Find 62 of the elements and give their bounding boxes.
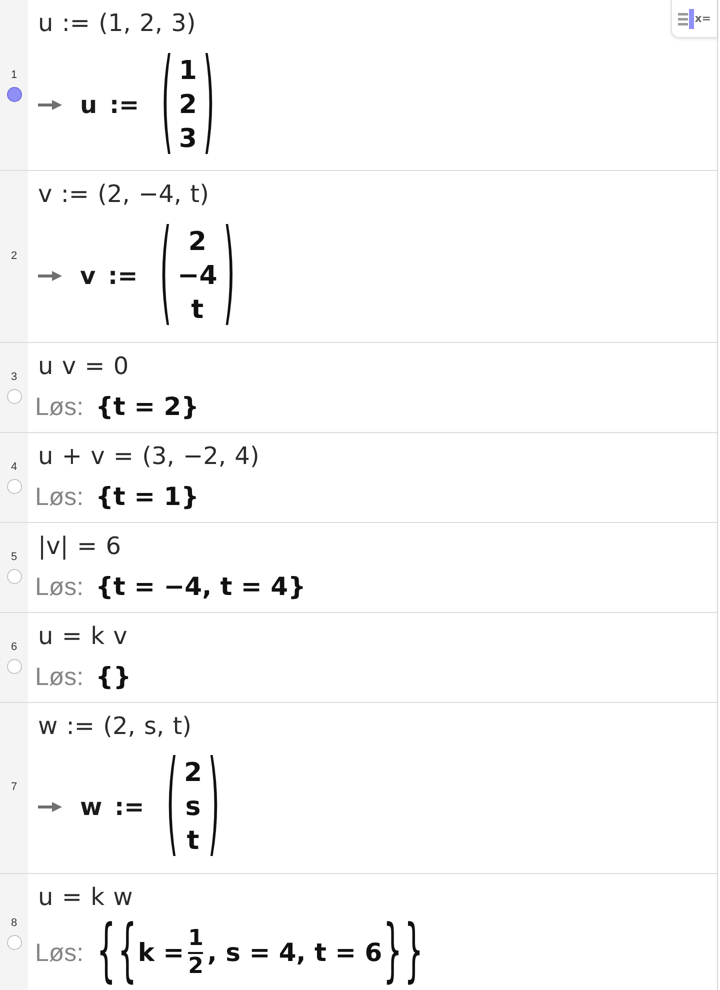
vector-entry: 1 xyxy=(178,54,197,88)
vector-entry: 2 xyxy=(184,757,202,790)
lines-icon xyxy=(678,8,694,28)
arrow-icon xyxy=(38,802,62,812)
row-number: 8 xyxy=(10,917,18,930)
brace-delimiter: } xyxy=(404,918,424,988)
fraction-numerator: 1 xyxy=(188,926,204,952)
visibility-toggle[interactable] xyxy=(6,86,22,102)
input-expression[interactable]: v := (2, −4, t) xyxy=(38,174,209,214)
row-number: 6 xyxy=(10,640,18,654)
parenthesis-delimiter: ( xyxy=(166,750,178,864)
fraction-denominator: 2 xyxy=(188,954,204,980)
parenthesis-delimiter: ( xyxy=(161,48,173,162)
visibility-toggle[interactable] xyxy=(6,568,22,584)
visibility-toggle[interactable] xyxy=(6,658,22,674)
solve-label: Løs: xyxy=(35,662,84,692)
solution-set: {t = 1} xyxy=(96,482,199,512)
vector-entry: −4 xyxy=(177,260,218,294)
input-expression[interactable]: |v| = 6 xyxy=(38,526,122,566)
input-expression[interactable]: u = k w xyxy=(38,877,133,918)
parenthesis-delimiter: ) xyxy=(223,219,236,333)
solve-label: Løs: xyxy=(35,392,84,422)
input-expression[interactable]: u = k v xyxy=(38,616,128,656)
input-expression[interactable]: u + v = (3, −2, 4) xyxy=(38,436,260,476)
parenthesis-delimiter: ( xyxy=(160,219,172,333)
row-number: 2 xyxy=(10,250,18,264)
solve-label: Løs: xyxy=(35,572,84,602)
solution-set: {t = −4, t = 4} xyxy=(96,572,306,602)
brace-delimiter: } xyxy=(383,918,402,988)
row-number: 4 xyxy=(10,460,18,474)
vector-entry: 2 xyxy=(188,226,206,260)
vector-entry: t xyxy=(186,825,200,858)
output-label: v := xyxy=(80,261,138,292)
parenthesis-delimiter: ) xyxy=(208,750,220,864)
solution-set: {} xyxy=(96,662,132,692)
visibility-toggle[interactable] xyxy=(6,935,22,950)
vector-entry: 3 xyxy=(178,122,197,156)
input-expression[interactable]: u v = 0 xyxy=(38,346,129,386)
output-label: u := xyxy=(80,90,140,120)
input-expression[interactable]: w := (2, s, t) xyxy=(38,706,192,746)
row-number: 7 xyxy=(10,781,18,794)
input-expression[interactable]: u := (1, 2, 3) xyxy=(38,3,196,43)
brace-delimiter: { xyxy=(118,918,137,988)
row-number: 1 xyxy=(10,68,18,82)
row-number: 3 xyxy=(10,370,18,384)
arrow-icon xyxy=(38,100,62,110)
row-number: 5 xyxy=(10,550,18,564)
vector-entry: t xyxy=(191,294,204,328)
visibility-toggle[interactable] xyxy=(6,388,22,404)
solution-set: k = xyxy=(138,938,184,968)
parenthesis-delimiter: ) xyxy=(202,48,215,162)
solve-label: Løs: xyxy=(35,482,84,512)
solution-set: {t = 2} xyxy=(96,392,199,422)
solve-label: Løs: xyxy=(35,938,84,968)
view-style-button[interactable]: x= xyxy=(670,0,717,38)
brace-delimiter: { xyxy=(96,918,116,988)
arrow-icon xyxy=(38,271,62,282)
solution-set: , s = 4, t = 6 xyxy=(207,938,382,968)
vector-entry: s xyxy=(185,791,201,824)
vector-entry: 2 xyxy=(178,88,197,122)
output-label: w := xyxy=(80,792,144,822)
visibility-toggle[interactable] xyxy=(6,478,22,494)
